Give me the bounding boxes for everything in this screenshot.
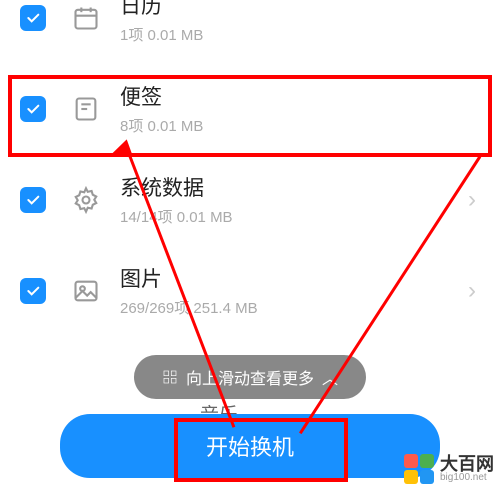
list-item-pictures[interactable]: 图片 269/269项 251.4 MB › bbox=[0, 245, 500, 336]
check-icon bbox=[25, 101, 41, 117]
checkbox-calendar[interactable] bbox=[20, 5, 46, 31]
check-icon bbox=[25, 10, 41, 26]
chevron-right-icon: › bbox=[468, 186, 480, 214]
check-icon bbox=[25, 192, 41, 208]
list-item-notes[interactable]: 便签 8项 0.01 MB bbox=[0, 63, 500, 154]
list-item-calendar[interactable]: 日历 1项 0.01 MB bbox=[0, 0, 500, 63]
image-icon bbox=[70, 275, 102, 307]
gear-icon bbox=[70, 184, 102, 216]
watermark-url: big100.net bbox=[440, 473, 494, 483]
item-title: 日历 bbox=[120, 0, 480, 20]
list-item-system-data[interactable]: 系统数据 14/14项 0.01 MB › bbox=[0, 154, 500, 245]
item-subtitle: 1项 0.01 MB bbox=[120, 24, 480, 45]
item-title: 便签 bbox=[120, 81, 480, 111]
checkbox-system[interactable] bbox=[20, 187, 46, 213]
check-icon bbox=[25, 283, 41, 299]
calendar-icon bbox=[70, 2, 102, 34]
scroll-hint-pill[interactable]: 向上滑动查看更多 ︿ bbox=[134, 355, 366, 399]
watermark-logo-icon bbox=[404, 454, 434, 484]
watermark-title: 大百网 bbox=[440, 455, 494, 473]
note-icon bbox=[70, 93, 102, 125]
item-subtitle: 14/14项 0.01 MB bbox=[120, 206, 468, 227]
watermark: 大百网 big100.net bbox=[404, 454, 494, 484]
item-title: 系统数据 bbox=[120, 172, 468, 202]
item-subtitle: 8项 0.01 MB bbox=[120, 115, 480, 136]
chevron-right-icon: › bbox=[468, 277, 480, 305]
checkbox-pictures[interactable] bbox=[20, 278, 46, 304]
hint-text: 向上滑动查看更多 bbox=[186, 365, 314, 389]
checkbox-notes[interactable] bbox=[20, 96, 46, 122]
grid-icon bbox=[162, 369, 178, 385]
item-subtitle: 269/269项 251.4 MB bbox=[120, 297, 468, 318]
start-transfer-button[interactable]: 开始换机 bbox=[60, 414, 440, 478]
